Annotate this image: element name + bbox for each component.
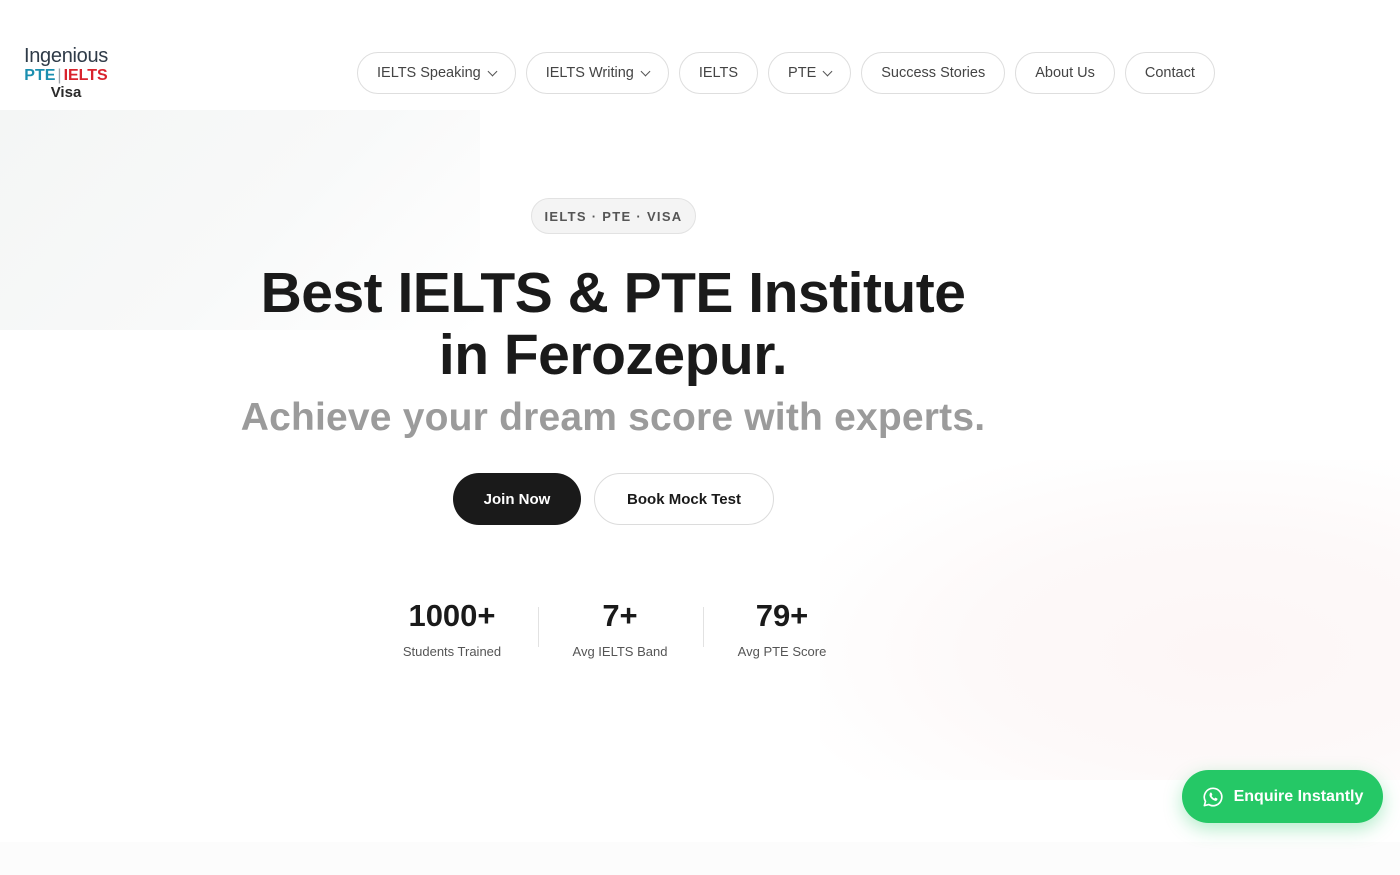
nav-item-success-stories[interactable]: Success Stories — [861, 52, 1006, 94]
nav-item-label: Contact — [1144, 65, 1195, 81]
nav-item-ielts-writing[interactable]: IELTS Writing — [525, 52, 669, 94]
nav-item-label: IELTS Speaking — [377, 65, 481, 81]
chevron-down-icon — [487, 66, 498, 76]
hero-subtitle: Achieve your dream score with experts. — [240, 396, 986, 439]
chevron-down-icon — [640, 66, 651, 76]
nav-item-about-us[interactable]: About Us — [1015, 52, 1115, 94]
nav-item-label: Success Stories — [881, 65, 986, 81]
stat-divider — [703, 607, 704, 647]
stat-avg-pte-score: 79+ Avg PTE Score — [722, 596, 842, 659]
hero-badge: IELTS · PTE · VISA — [531, 198, 696, 234]
nav-item-label: PTE — [788, 65, 817, 81]
background-bottom-band — [0, 842, 1400, 875]
nav-item-label: About Us — [1035, 65, 1095, 81]
stat-label: Avg PTE Score — [737, 644, 827, 659]
stat-avg-ielts-band: 7+ Avg IELTS Band — [560, 596, 680, 659]
book-mock-test-button[interactable]: Book Mock Test — [594, 473, 774, 525]
nav-item-ielts-speaking[interactable]: IELTS Speaking — [357, 52, 516, 94]
chevron-down-icon — [822, 66, 833, 76]
enquire-instantly-button[interactable]: Enquire Instantly — [1182, 770, 1383, 823]
logo-tagline: PTE | IELTS — [16, 67, 116, 85]
stat-value: 1000+ — [408, 598, 496, 633]
logo-separator: | — [57, 67, 62, 84]
stat-divider — [538, 607, 539, 647]
nav-item-label: IELTS — [698, 65, 739, 81]
stat-students-trained: 1000+ Students Trained — [392, 596, 512, 659]
logo-visa: Visa — [50, 84, 82, 101]
main-nav: IELTS Speaking IELTS Writing IELTS PTE S… — [357, 52, 1215, 94]
site-logo[interactable]: Ingenious PTE | IELTS Visa — [16, 46, 116, 101]
background-wash-right — [820, 460, 1400, 780]
stat-label: Avg IELTS Band — [572, 644, 668, 659]
hero-title-line1: Best IELTS & PTE Institute — [260, 261, 966, 325]
nav-item-contact[interactable]: Contact — [1124, 52, 1215, 94]
logo-pte: PTE — [24, 67, 56, 84]
stat-label: Students Trained — [402, 644, 502, 659]
hero-title-line2: in Ferozepur. — [438, 323, 788, 387]
nav-item-ielts[interactable]: IELTS — [678, 52, 759, 94]
enquire-label: Enquire Instantly — [1233, 787, 1364, 805]
whatsapp-icon — [1203, 786, 1223, 807]
nav-item-pte[interactable]: PTE — [768, 52, 852, 94]
logo-brand-name: Ingenious — [23, 45, 109, 67]
logo-ielts: IELTS — [63, 67, 108, 84]
hero-title: Best IELTS & PTE Institute in Ferozepur. — [213, 262, 1013, 386]
stat-value: 79+ — [755, 598, 809, 633]
join-now-button[interactable]: Join Now — [453, 473, 581, 525]
stat-value: 7+ — [602, 598, 638, 633]
nav-item-label: IELTS Writing — [545, 65, 634, 81]
